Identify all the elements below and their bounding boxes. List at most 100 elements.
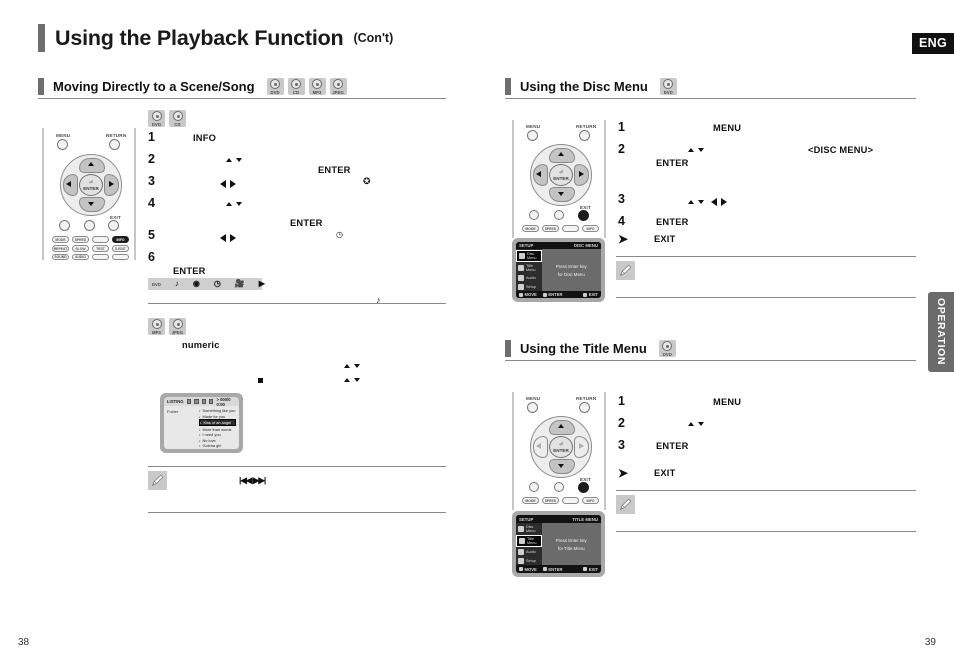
- mp3-track-item[interactable]: ♪ Something like you: [199, 408, 237, 413]
- remote-enter-button[interactable]: ⏎ ENTER: [549, 436, 573, 458]
- remote-button-blank1[interactable]: [562, 225, 579, 232]
- remote-button-info[interactable]: INFO: [112, 236, 129, 243]
- remote-button-blank1[interactable]: [92, 236, 109, 243]
- tv-inner-screen: SETUP DISC MENU Disc Menu Title Menu Aud…: [516, 242, 601, 298]
- tv-menu-item-setup[interactable]: Setup: [516, 557, 542, 565]
- remote-exit-button[interactable]: [108, 220, 119, 231]
- step-arrows-updown: [688, 148, 704, 152]
- tv-menu-item-audio[interactable]: Audio: [516, 274, 542, 282]
- remote-button-mode[interactable]: MODE: [52, 236, 69, 243]
- remote-exit-button[interactable]: [578, 210, 589, 221]
- dpad-left-arrow-icon: [536, 443, 541, 449]
- up-arrow-icon: [226, 202, 232, 206]
- tv-menu-item-title-menu[interactable]: Title Menu: [516, 263, 542, 273]
- disc-badge-cd: CD: [169, 110, 186, 127]
- mp3-track-item[interactable]: ♪ I need you: [199, 432, 237, 437]
- mp3-track-item[interactable]: ♪ More than words: [199, 427, 237, 432]
- tv-topbar: SETUP DISC MENU: [516, 242, 601, 249]
- tv-action-label: MOVE: [524, 566, 537, 572]
- remote-button-blank2[interactable]: [92, 254, 109, 260]
- remote-return-button[interactable]: [109, 139, 120, 150]
- remote-button-mode[interactable]: MODE: [522, 497, 539, 504]
- section-heading-title-menu: Using the Title Menu DVD: [505, 340, 676, 357]
- tv-menu-item-setup[interactable]: Setup: [516, 283, 542, 291]
- disc-badge-dvd: DVD: [658, 340, 676, 357]
- remote-button-speed[interactable]: SPEED: [542, 497, 559, 504]
- remote-dpad[interactable]: ⏎ ENTER: [60, 154, 122, 216]
- mp3-screen-topbar: LISTING > 000/0 0:00: [164, 397, 239, 407]
- remote-button-slow[interactable]: SLOW: [72, 245, 89, 252]
- tv-menu-item-disc-menu[interactable]: Disc Menu: [516, 250, 542, 262]
- keyword-numeric: numeric: [182, 340, 220, 350]
- remote-button-mode[interactable]: MODE: [522, 225, 539, 232]
- remote-return-button[interactable]: [579, 130, 590, 141]
- remote-aux-button-1[interactable]: [59, 220, 70, 231]
- bullet-arrow-icon: ➤: [618, 232, 629, 246]
- disc-icon: ◉: [192, 279, 200, 288]
- tv-menu-item-label: Setup: [526, 285, 536, 289]
- section-divider: [505, 98, 916, 99]
- remote-button-blank3[interactable]: [112, 254, 129, 260]
- tv-topbar-left-label: SETUP: [519, 516, 534, 522]
- remote-menu-button[interactable]: [57, 139, 68, 150]
- remote-button-info[interactable]: INFO: [582, 497, 599, 504]
- tv-topbar-right-label: DISC MENU: [573, 243, 598, 248]
- remote-dpad[interactable]: ⏎ ENTER: [530, 144, 592, 206]
- dpad-left-arrow-icon: [536, 171, 541, 177]
- remote-return-button[interactable]: [579, 402, 590, 413]
- tv-topbar: SETUP TITLE MENU: [516, 515, 601, 523]
- remote-aux-button-1[interactable]: [529, 482, 539, 492]
- remote-aux-button-2[interactable]: [554, 482, 564, 492]
- remote-button-speed[interactable]: SPEED: [542, 225, 559, 232]
- remote-enter-button[interactable]: ⏎ ENTER: [79, 174, 103, 196]
- down-arrow-icon: [354, 364, 360, 368]
- tv-menu-item-audio[interactable]: Audio: [516, 548, 542, 556]
- disc-spin-icon: ✪: [363, 176, 371, 186]
- mp3-track-item[interactable]: ♪ No love: [199, 438, 237, 443]
- remote-aux-button-2[interactable]: [84, 220, 95, 231]
- mp3-track-item[interactable]: ♪ Made for you: [199, 414, 237, 419]
- remote-button-audio[interactable]: AUDIO: [72, 254, 89, 260]
- tv-topbar-left-label: SETUP: [519, 243, 534, 248]
- disc-icon: [312, 79, 323, 89]
- remote-return-label: RETURN: [106, 133, 127, 138]
- tv-menu-item-disc-menu[interactable]: Disc Menu: [516, 524, 542, 534]
- remote-menu-button[interactable]: [527, 402, 538, 413]
- remote-control-diagram-title-menu: MENU RETURN ⏎ ENTER EXIT MODE SPEED INFO: [512, 392, 606, 510]
- section-accent-bar: [38, 78, 44, 95]
- remote-button-speed[interactable]: SPEED: [72, 236, 89, 243]
- tv-menu-item-title-menu[interactable]: Title Menu: [516, 535, 542, 547]
- remote-button-soundedit[interactable]: S.EDIT: [112, 245, 129, 252]
- disc-badge-label: DVD: [270, 89, 280, 95]
- remote-menu-button[interactable]: [527, 130, 538, 141]
- tv-main-line-1: Press Enter key: [555, 263, 587, 269]
- note-skip-symbols: |◀◀ ▶▶|: [239, 475, 266, 485]
- page-title-suffix: (Con't): [353, 31, 394, 45]
- remote-dpad[interactable]: ⏎ ENTER: [530, 416, 592, 478]
- remote-button-repeat[interactable]: REPEAT: [52, 245, 69, 252]
- step-number: 3: [148, 174, 155, 188]
- right-arrow-icon: [230, 180, 236, 188]
- step-keyword-info: INFO: [193, 133, 217, 143]
- remote-enter-button[interactable]: ⏎ ENTER: [549, 164, 573, 186]
- key-icon: [583, 292, 588, 297]
- section-title-text: Using the Title Menu: [520, 341, 647, 356]
- disc-badge-group: DVD CD MP3 JPEG: [266, 78, 347, 95]
- remote-exit-button[interactable]: [578, 482, 589, 493]
- mp3-track-item-selected[interactable]: ♪ Kiss of an angel: [198, 419, 236, 426]
- section-heading-disc-menu: Using the Disc Menu DVD: [505, 78, 677, 95]
- mp3-track-item[interactable]: ♪ Gotcha girl: [199, 443, 237, 448]
- remote-aux-button-1[interactable]: [529, 210, 539, 220]
- remote-button-info[interactable]: INFO: [582, 225, 599, 232]
- remote-button-testtone[interactable]: TEST: [92, 245, 109, 252]
- remote-button-sound[interactable]: SOUND: [52, 254, 69, 260]
- mp3-mode-icon-1: [186, 399, 192, 404]
- step-keyword-enter: ENTER: [656, 217, 689, 227]
- bullet-keyword-exit: EXIT: [654, 468, 676, 478]
- tv-main-line-2: for Title Menu: [557, 545, 585, 551]
- page-title: Using the Playback Function (Con't): [38, 24, 393, 52]
- language-badge: ENG: [912, 33, 954, 54]
- remote-button-blank1[interactable]: [562, 497, 579, 504]
- dpad-right-arrow-icon: [579, 443, 584, 449]
- remote-aux-button-2[interactable]: [554, 210, 564, 220]
